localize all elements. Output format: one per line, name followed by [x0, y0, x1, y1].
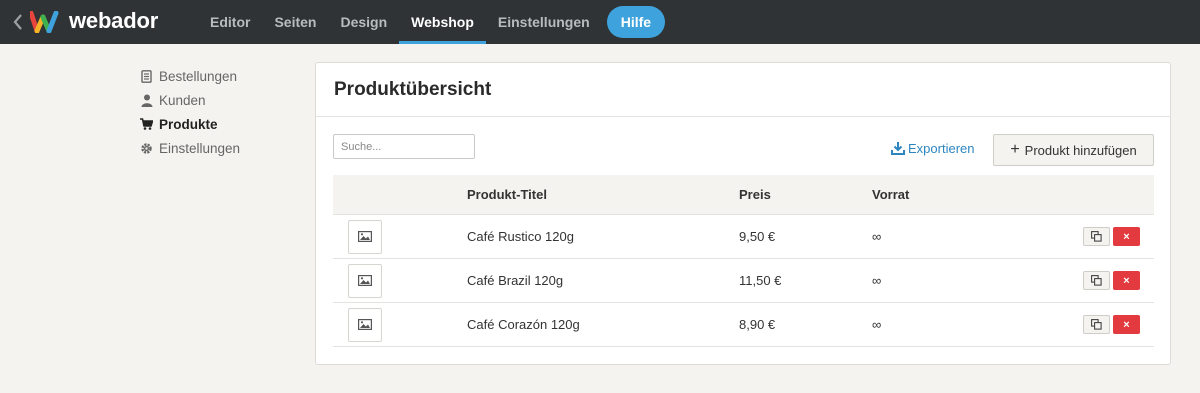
table-row[interactable]: Café Rustico 120g 9,50 € ∞ × — [333, 215, 1154, 259]
product-title[interactable]: Café Brazil 120g — [467, 273, 739, 288]
sidebar-item-produkte[interactable]: Produkte — [140, 112, 240, 136]
nav-webshop[interactable]: Webshop — [399, 0, 486, 44]
copy-icon — [1091, 319, 1102, 330]
duplicate-button[interactable] — [1083, 315, 1110, 334]
help-button[interactable]: Hilfe — [606, 6, 666, 38]
export-label: Exportieren — [908, 141, 975, 156]
nav-einstellungen[interactable]: Einstellungen — [486, 0, 602, 44]
products-panel: Produktübersicht Exportieren + Produkt h… — [315, 62, 1171, 365]
export-link[interactable]: Exportieren — [891, 141, 974, 156]
table-header: Produkt-Titel Preis Vorrat — [333, 175, 1154, 215]
product-stock: ∞ — [872, 273, 882, 288]
sidebar-item-label: Bestellungen — [159, 68, 238, 84]
delete-button[interactable]: × — [1113, 315, 1140, 334]
back-chevron-icon[interactable] — [11, 12, 25, 32]
column-price[interactable]: Preis — [739, 187, 872, 202]
cart-icon — [140, 118, 153, 131]
gear-icon — [140, 142, 153, 155]
image-placeholder-icon[interactable] — [348, 263, 382, 298]
product-stock: ∞ — [872, 317, 882, 332]
search-input[interactable] — [333, 134, 475, 159]
top-bar: webador Editor Seiten Design Webshop Ein… — [0, 0, 1200, 44]
nav-editor[interactable]: Editor — [198, 0, 262, 44]
product-price: 11,50 € — [739, 273, 782, 288]
sidebar: Bestellungen Kunden Produkte Einstellung… — [140, 64, 240, 160]
table-row[interactable]: Café Brazil 120g 11,50 € ∞ × — [333, 259, 1154, 303]
copy-icon — [1091, 231, 1102, 242]
product-stock: ∞ — [872, 229, 882, 244]
sidebar-item-label: Produkte — [159, 116, 218, 132]
copy-icon — [1091, 275, 1102, 286]
sidebar-item-bestellungen[interactable]: Bestellungen — [140, 64, 240, 88]
image-placeholder-icon[interactable] — [348, 307, 382, 342]
sidebar-item-kunden[interactable]: Kunden — [140, 88, 240, 112]
page-title: Produktübersicht — [334, 78, 492, 100]
nav-seiten[interactable]: Seiten — [262, 0, 328, 44]
delete-button[interactable]: × — [1113, 227, 1140, 246]
duplicate-button[interactable] — [1083, 227, 1110, 246]
column-title[interactable]: Produkt-Titel — [467, 187, 739, 202]
duplicate-button[interactable] — [1083, 271, 1110, 290]
panel-header: Produktübersicht — [316, 63, 1170, 117]
delete-button[interactable]: × — [1113, 271, 1140, 290]
product-price: 8,90 € — [739, 317, 776, 332]
product-title[interactable]: Café Corazón 120g — [467, 317, 739, 332]
plus-icon: + — [1010, 141, 1020, 158]
products-table: Produkt-Titel Preis Vorrat Café Rustico … — [333, 175, 1154, 347]
document-icon — [140, 69, 153, 83]
add-product-label: Produkt hinzufügen — [1024, 142, 1137, 158]
image-placeholder-icon[interactable] — [348, 219, 382, 254]
column-stock[interactable]: Vorrat — [872, 187, 1012, 202]
user-icon — [140, 94, 153, 107]
product-title[interactable]: Café Rustico 120g — [467, 229, 739, 244]
nav-design[interactable]: Design — [328, 0, 399, 44]
sidebar-item-label: Einstellungen — [159, 140, 241, 156]
download-icon — [891, 142, 905, 155]
product-price: 9,50 € — [739, 229, 776, 244]
table-row[interactable]: Café Corazón 120g 8,90 € ∞ × — [333, 303, 1154, 347]
webador-logo-icon — [30, 11, 59, 33]
sidebar-item-label: Kunden — [159, 92, 206, 108]
add-product-button[interactable]: + Produkt hinzufügen — [993, 134, 1154, 166]
sidebar-item-einstellungen[interactable]: Einstellungen — [140, 136, 240, 160]
main-nav: Editor Seiten Design Webshop Einstellung… — [198, 0, 666, 44]
brand-name: webador — [69, 8, 159, 33]
